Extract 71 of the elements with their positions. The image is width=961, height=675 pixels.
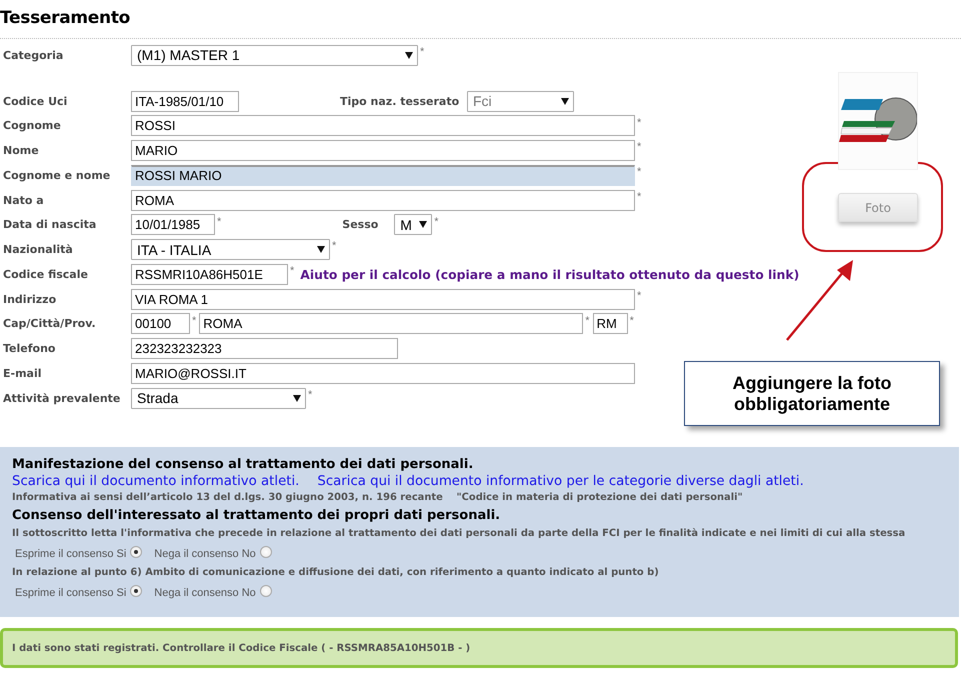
radio-button[interactable] <box>130 584 142 596</box>
field-label: Telefono <box>2 342 56 356</box>
text-field[interactable]: MARIO <box>131 140 635 162</box>
required-mark: * <box>636 165 642 178</box>
dropdown[interactable]: Strada <box>131 388 306 409</box>
text-field[interactable]: ROMA <box>131 190 635 211</box>
required-mark: * <box>419 45 426 58</box>
required-mark: * <box>636 116 642 128</box>
caret-icon <box>317 246 325 254</box>
field-label: Attività prevalente <box>2 392 122 405</box>
section-heading: Manifestazione del consenso al trattamento dei dati personali. <box>12 456 474 474</box>
dropdown[interactable]: (M1) MASTER 1 <box>131 44 418 66</box>
required-mark: * <box>628 314 635 326</box>
field-label: Cap/Città/Prov. <box>2 317 97 330</box>
required-mark: * <box>331 239 338 252</box>
field-label: Indirizzo <box>2 292 58 306</box>
radio-button[interactable] <box>260 584 272 596</box>
consent-text: Il sottoscritto letta l'informativa che precede in relazione al trattamento dei dati personali da parte della FCI per le finalità indicate e nei limiti di cui alla stessa <box>12 527 906 541</box>
radio-label: Esprime il consenso Si <box>15 586 126 598</box>
download-link[interactable]: Scarica qui il documento informativo per le categorie diverse dagli atleti. <box>317 474 804 489</box>
text-field[interactable]: ROMA <box>199 313 584 334</box>
text-field[interactable]: MARIO@ROSSI.IT <box>131 362 635 384</box>
field-label: Cognome <box>2 119 62 132</box>
required-mark: * <box>307 388 314 401</box>
text-field[interactable]: RSSMRI10A86H501E <box>131 264 288 285</box>
dropdown[interactable]: ITA - ITALIA <box>131 239 330 260</box>
consent-text: In relazione al punto 6) Ambito di comunicazione e diffusione dei dati, con riferimento a quanto indicato al punto b) <box>12 566 660 580</box>
callout-text: Aggiungere la foto obbligatoriamente <box>732 372 892 414</box>
field-label: Codice Uci <box>2 94 68 108</box>
field-label: E-mail <box>2 366 43 380</box>
text-field[interactable]: ROSSI MARIO <box>131 164 635 186</box>
help-link[interactable]: Aiuto per il calcolo (copiare a mano il risultato ottenuto da questo link) <box>300 266 800 282</box>
text-field[interactable]: ITA-1985/01/10 <box>131 90 239 112</box>
field-label: Nazionalità <box>2 243 74 256</box>
caret-icon <box>561 98 569 105</box>
radio-label: Nega il consenso No <box>154 548 256 560</box>
caret-icon <box>405 52 413 59</box>
required-mark: * <box>216 214 222 228</box>
text-field[interactable]: 232323232323 <box>131 338 398 360</box>
radio-button[interactable] <box>260 546 272 558</box>
text-field[interactable]: 00100 <box>131 313 190 334</box>
field-label: Codice fiscale <box>2 268 89 281</box>
required-mark: * <box>191 314 198 326</box>
field-label: Sesso <box>342 218 380 232</box>
required-mark: * <box>636 190 642 203</box>
text-field[interactable]: 10/01/1985 <box>131 214 215 236</box>
text-field[interactable]: RM <box>592 313 628 334</box>
caret-icon <box>419 221 428 228</box>
required-mark: * <box>289 264 296 277</box>
field-label: Data di nascita <box>2 218 98 232</box>
page-title: Tesseramento <box>0 8 130 28</box>
dropdown[interactable]: M <box>394 214 432 236</box>
required-mark: * <box>584 314 591 326</box>
field-label: Tipo naz. tesserato <box>340 94 460 108</box>
caret-icon <box>293 394 301 402</box>
text-field[interactable]: ROSSI <box>131 115 635 136</box>
field-label: Nome <box>2 144 40 158</box>
required-mark: * <box>433 214 440 228</box>
radio-button[interactable] <box>130 546 142 558</box>
message-text: I dati sono stati registrati. Controllare il Codice Fiscale ( - RSSMRA85A10H501B - ) <box>12 642 470 654</box>
required-mark: * <box>636 288 642 302</box>
consent-text: Informativa ai sensi dell’articolo 13 del d.lgs. 30 giugno 2003, n. 196 recante "Codice in materia di protezione dei dati personali" <box>12 491 744 505</box>
field-label: Nato a <box>2 194 45 207</box>
required-mark: * <box>636 140 642 154</box>
field-label: Categoria <box>2 48 64 62</box>
download-link[interactable]: Scarica qui il documento informativo atleti. <box>12 474 300 489</box>
field-label: Cognome e nome <box>2 168 112 182</box>
radio-label: Esprime il consenso Si <box>15 548 126 560</box>
text-field[interactable]: VIA ROMA 1 <box>131 288 635 310</box>
radio-label: Nega il consenso No <box>154 586 256 598</box>
section-heading: Consenso dell'interessato al trattamento dei propri dati personali. <box>12 507 502 525</box>
